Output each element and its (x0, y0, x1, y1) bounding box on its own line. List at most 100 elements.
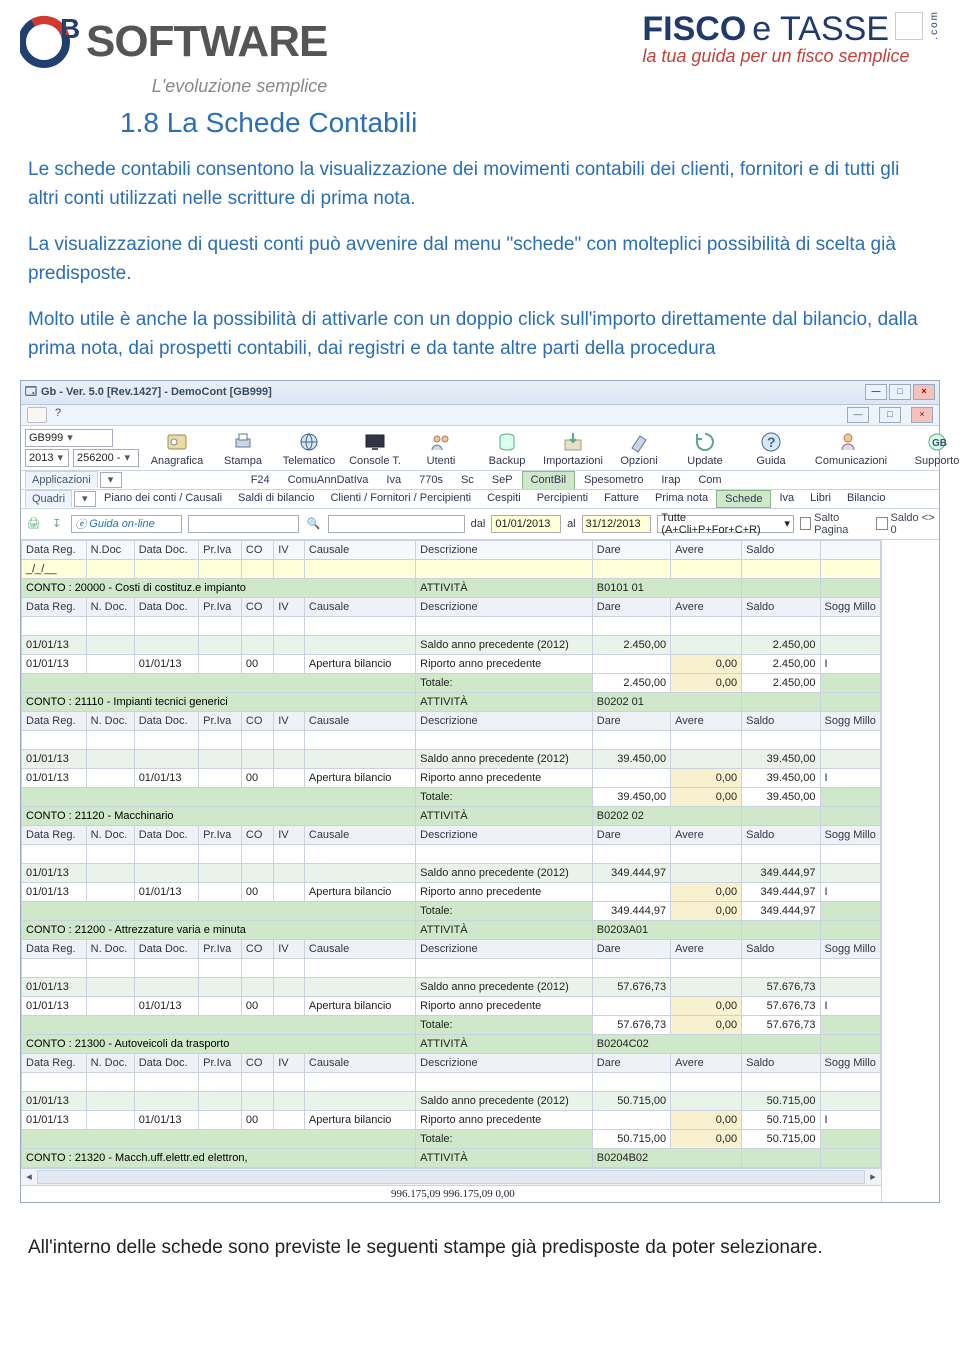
account-combo[interactable]: 256200 -▾ (73, 449, 139, 467)
opzioni-button[interactable]: Opzioni (611, 429, 667, 467)
filter-search[interactable] (188, 515, 299, 533)
tabs-applicazioni: Applicazioni ▾ F24ComuAnnDatIvaIva770sSc… (21, 471, 939, 490)
opzioni-icon (624, 429, 654, 455)
tab-f24[interactable]: F24 (242, 471, 279, 489)
filter-bar: 🖨 ↧ ⓔGuida on-line 🔍 dal 01/01/2013 al 3… (21, 509, 939, 540)
stampa-button[interactable]: Stampa (215, 429, 271, 467)
salto-pagina-checkbox[interactable]: Salto Pagina (800, 512, 866, 536)
tab-irap[interactable]: Irap (652, 471, 689, 489)
al-input[interactable]: 31/12/2013 (582, 515, 652, 533)
child-min-button[interactable]: — (847, 407, 869, 423)
supporto-button[interactable]: GBSupporto (901, 429, 960, 467)
stampa-icon (228, 429, 258, 455)
tabs1-dropdown[interactable]: ▾ (100, 472, 122, 488)
gb-mark-icon: B (20, 10, 84, 74)
tab-libri[interactable]: Libri (802, 490, 839, 508)
comunicazioni-button[interactable]: Comunicazioni (815, 429, 887, 467)
tab-cespiti[interactable]: Cespiti (479, 490, 529, 508)
tab-fatture[interactable]: Fatture (596, 490, 647, 508)
svg-text:GB: GB (932, 438, 947, 449)
saldo-zero-checkbox[interactable]: Saldo <> 0 (876, 512, 935, 536)
tab-saldidibilancio[interactable]: Saldi di bilancio (230, 490, 322, 508)
tab-comuanndativa[interactable]: ComuAnnDatIva (279, 471, 378, 489)
tab-com[interactable]: Com (689, 471, 730, 489)
guida-button[interactable]: ?Guida (743, 429, 799, 467)
svg-text:?: ? (767, 434, 776, 450)
grid-area: Data Reg.N.DocData Doc.Pr.IvaCOIVCausale… (21, 540, 939, 1202)
al-label: al (567, 518, 576, 530)
utenti-button[interactable]: Utenti (413, 429, 469, 467)
section-title: 1.8 La Schede Contabili (120, 107, 940, 139)
grid-right-empty (881, 540, 939, 1202)
tab-770s[interactable]: 770s (410, 471, 452, 489)
paragraph-4: All'interno delle schede sono previste l… (28, 1233, 932, 1262)
tab-primanota[interactable]: Prima nota (647, 490, 716, 508)
gbsoftware-logo: B SOFTWARE L'evoluzione semplice (20, 10, 327, 97)
tab-schede[interactable]: Schede (716, 490, 771, 508)
export-icon[interactable]: ↧ (48, 515, 65, 533)
telematico-icon (294, 429, 324, 455)
svg-text:B: B (60, 13, 80, 44)
horizontal-scrollbar[interactable]: ◂ ▸ (21, 1168, 881, 1185)
importazioni-button[interactable]: Importazioni (545, 429, 601, 467)
ft-square-icon (895, 12, 923, 40)
tab-sc[interactable]: Sc (452, 471, 483, 489)
scroll-left-icon[interactable]: ◂ (21, 1170, 37, 1183)
tabs-quadri: Quadri ▾ Piano dei conti / CausaliSaldi … (21, 490, 939, 509)
dal-input[interactable]: 01/01/2013 (491, 515, 561, 533)
consolet-button[interactable]: Console T. (347, 429, 403, 467)
tab-contbil[interactable]: ContBil (522, 471, 575, 489)
paragraph-1: Le schede contabili consentono la visual… (28, 155, 932, 214)
guida-icon: ? (756, 429, 786, 455)
tab-pianodeiconticausali[interactable]: Piano dei conti / Causali (96, 490, 230, 508)
backup-icon (492, 429, 522, 455)
ft-bold: FISCO (642, 12, 746, 46)
tabs-quadri-label: Quadri (25, 490, 72, 507)
telematico-button[interactable]: Telematico (281, 429, 337, 467)
paragraph-3: Molto utile è anche la possibilità di at… (28, 305, 932, 364)
binoculars-icon[interactable]: 🔍 (305, 515, 322, 533)
year-combo[interactable]: 2013▾ (25, 449, 69, 467)
gbsoftware-text: SOFTWARE (86, 20, 327, 64)
anagrafica-button[interactable]: Anagrafica (149, 429, 205, 467)
minimize-button[interactable]: — (865, 384, 887, 400)
tab-clientifornitoripercipienti[interactable]: Clienti / Fornitori / Percipienti (322, 490, 479, 508)
gbsoftware-sub: L'evoluzione semplice (20, 76, 327, 97)
ft-light: e TASSE (752, 12, 889, 46)
supporto-icon: GB (922, 429, 952, 455)
which-combo[interactable]: Tutte (A+Cli+P+For+C+R)▾ (657, 515, 794, 533)
db-icon[interactable] (27, 407, 47, 423)
comunicazioni-icon (836, 429, 866, 455)
backup-button[interactable]: Backup (479, 429, 535, 467)
window-titlebar: 🗔 Gb - Ver. 5.0 [Rev.1427] - DemoCont [G… (21, 381, 939, 405)
window-title: Gb - Ver. 5.0 [Rev.1427] - DemoCont [GB9… (41, 386, 272, 398)
tab-percipienti[interactable]: Percipienti (529, 490, 596, 508)
child-close-button[interactable]: × (911, 407, 933, 423)
main-toolbar: GB999▾ 2013▾ 256200 -▾ Anagrafica Stampa T… (21, 426, 939, 471)
company-code-combo[interactable]: GB999▾ (25, 429, 113, 447)
paragraph-2: La visualizzazione di questi conti può a… (28, 230, 932, 289)
tab-spesometro[interactable]: Spesometro (575, 471, 652, 489)
footer-sums: 996.175,09 996.175,09 0,00 (21, 1185, 881, 1202)
fiscotasse-logo: FISCO e TASSE .com la tua guida per un f… (642, 10, 940, 67)
tab-iva[interactable]: Iva (771, 490, 802, 508)
child-max-button[interactable]: □ (879, 407, 901, 423)
ft-com: .com (929, 10, 940, 40)
update-button[interactable]: Update (677, 429, 733, 467)
utenti-icon (426, 429, 456, 455)
filter-blank2[interactable] (328, 515, 465, 533)
maximize-button[interactable]: □ (889, 384, 911, 400)
ft-sub: la tua guida per un fisco semplice (642, 46, 940, 67)
tab-bilancio[interactable]: Bilancio (839, 490, 894, 508)
tab-iva[interactable]: Iva (377, 471, 410, 489)
help-menu[interactable]: ? (55, 407, 61, 423)
scroll-right-icon[interactable]: ▸ (865, 1170, 881, 1183)
menubar: ? — □ × (21, 405, 939, 426)
tabs2-dropdown[interactable]: ▾ (74, 491, 96, 507)
schede-table[interactable]: Data Reg.N.DocData Doc.Pr.IvaCOIVCausale… (21, 540, 881, 1168)
close-button[interactable]: × (913, 384, 935, 400)
tab-sep[interactable]: SeP (483, 471, 522, 489)
print-icon[interactable]: 🖨 (25, 515, 42, 533)
importazioni-icon (558, 429, 588, 455)
guida-link[interactable]: ⓔGuida on-line (71, 515, 182, 533)
